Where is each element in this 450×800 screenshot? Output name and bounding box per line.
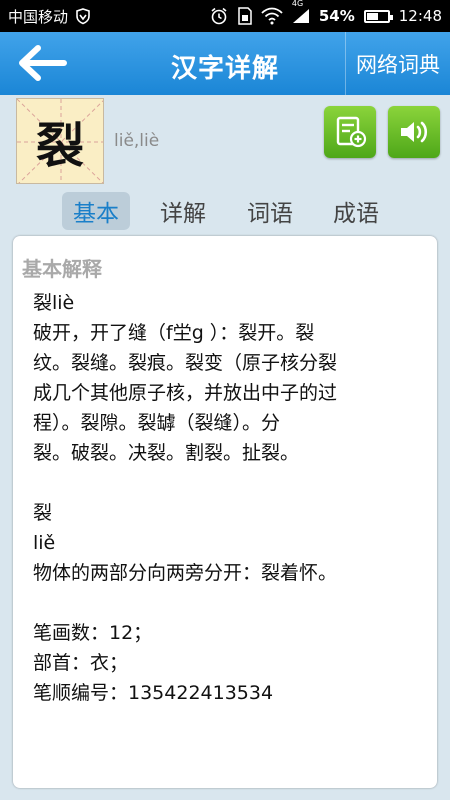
character-pinyin: liě,liè xyxy=(114,131,160,151)
sim-card-icon xyxy=(238,7,252,25)
online-dictionary-button[interactable]: 网络词典 xyxy=(346,32,450,95)
play-pronunciation-button[interactable] xyxy=(388,106,440,158)
battery-percent: 54% xyxy=(318,7,355,25)
cell-signal-group: 4G xyxy=(292,0,310,24)
cell-signal-icon xyxy=(292,9,309,23)
definition-card: 基本解释 裂liè 破开，开了缝（f坣g ）：裂开。裂 纹。裂缝。裂痕。裂变（原… xyxy=(13,236,437,788)
status-bar: 中国移动 4G 54% 12:48 xyxy=(0,0,450,32)
definition-line: 程）。裂隙。裂罅（裂缝）。分 xyxy=(33,412,281,434)
definition-line: liě xyxy=(33,532,56,554)
status-right-group: 4G 54% 12:48 xyxy=(209,0,442,26)
wifi-icon xyxy=(261,7,283,25)
clock-time: 12:48 xyxy=(398,7,442,25)
add-note-icon xyxy=(336,116,367,148)
section-title: 基本解释 xyxy=(22,257,102,281)
definition-line xyxy=(33,468,418,498)
tab-bar: 基本 详解 词语 成语 xyxy=(0,188,450,234)
battery-icon xyxy=(363,9,393,23)
add-to-notebook-button[interactable] xyxy=(324,106,376,158)
app-bar: 汉字详解 网络词典 xyxy=(0,32,450,95)
carrier-group: 中国移动 xyxy=(8,6,92,27)
definition-line: 笔顺编号：135422413534 xyxy=(33,682,274,704)
character-glyph: 裂 xyxy=(35,118,84,174)
definition-line: 成几个其他原子核，并放出中子的过 xyxy=(33,382,338,404)
definition-line: 裂liè xyxy=(33,292,75,314)
character-card: 裂 xyxy=(16,98,104,184)
carrier-label: 中国移动 xyxy=(8,7,69,26)
back-button[interactable] xyxy=(12,40,72,86)
battery-fill xyxy=(366,12,378,20)
definition-text: 裂liè 破开，开了缝（f坣g ）：裂开。裂 纹。裂缝。裂痕。裂变（原子核分裂 … xyxy=(33,288,418,708)
speaker-icon xyxy=(401,121,428,143)
tab-basic[interactable]: 基本 xyxy=(62,192,130,230)
vpn-shield-icon xyxy=(76,8,90,25)
definition-line: 纹。裂缝。裂痕。裂变（原子核分裂 xyxy=(33,352,338,374)
tab-idioms[interactable]: 成语 xyxy=(322,192,390,230)
definition-line xyxy=(33,588,418,618)
definition-line: 物体的两部分向两旁分开：裂着怀。 xyxy=(33,562,338,584)
definition-line: 部首：衣； xyxy=(33,652,129,674)
alarm-clock-icon xyxy=(211,7,227,25)
network-type-label: 4G xyxy=(291,0,304,8)
definition-line: 笔画数：12； xyxy=(33,622,153,644)
back-arrow-icon xyxy=(19,45,67,81)
definition-line: 裂。破裂。决裂。割裂。扯裂。 xyxy=(33,442,300,464)
tab-words[interactable]: 词语 xyxy=(236,192,304,230)
definition-line: 破开，开了缝（f坣g ）：裂开。裂 xyxy=(33,322,315,344)
definition-line: 裂 xyxy=(33,502,53,524)
tab-detail[interactable]: 详解 xyxy=(149,192,217,230)
